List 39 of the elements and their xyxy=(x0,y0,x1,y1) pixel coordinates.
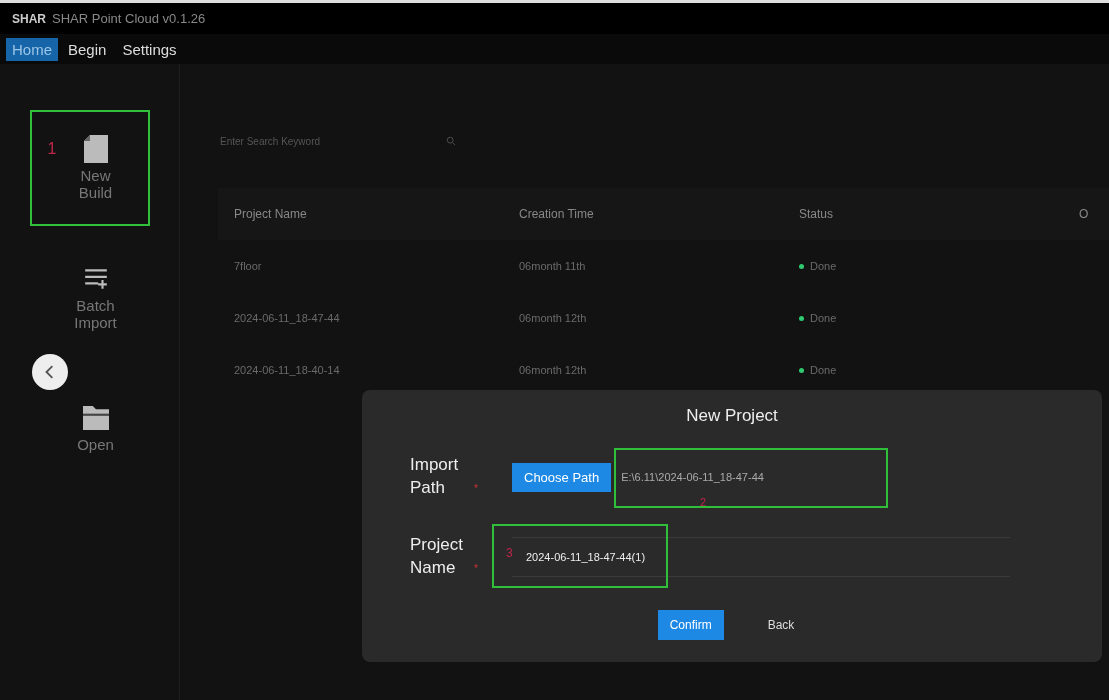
annotation-number: 1 xyxy=(47,140,57,158)
dialog-title: New Project xyxy=(685,406,779,426)
back-button[interactable]: Back xyxy=(755,610,807,640)
choose-path-button[interactable]: Choose Path xyxy=(512,462,612,492)
input-field[interactable]: 2024-06-11_18-47-44(1) xyxy=(512,537,1010,577)
menu-item[interactable]: Begin xyxy=(62,37,113,61)
menu-item[interactable]: Settings xyxy=(116,37,183,61)
table-cell-text: 06month 12th xyxy=(519,312,588,324)
required-mark: * xyxy=(474,563,478,574)
status-text: Done xyxy=(810,364,837,376)
column-header[interactable]: O xyxy=(1079,207,1109,221)
status-text: Done xyxy=(810,260,837,272)
search-icon xyxy=(446,136,456,146)
column-header[interactable]: Creation Time xyxy=(519,207,799,221)
sidebar-item[interactable]: New Build xyxy=(55,135,136,201)
column-header[interactable]: Project Name xyxy=(234,207,519,221)
folder-icon xyxy=(82,403,109,432)
app-logo: SHAR xyxy=(12,11,46,26)
confirm-button[interactable]: Confirm xyxy=(657,610,724,640)
table-cell-text: 06month 12th xyxy=(519,364,588,376)
column-header[interactable]: Status xyxy=(799,207,1079,221)
window-title: SHAR Point Cloud v0.1.26 xyxy=(52,11,206,26)
document-icon xyxy=(82,135,109,163)
sidebar-item[interactable]: Batch Import xyxy=(55,265,136,331)
annotation-number: 3 xyxy=(506,546,513,560)
path-field[interactable]: E:\6.11\2024-06-11_18-47-44 xyxy=(611,463,1054,491)
table-cell-text: 7floor xyxy=(234,260,263,272)
field-label: Import Path xyxy=(410,454,460,499)
collapse-button[interactable] xyxy=(32,354,68,390)
annotation-number: 2 xyxy=(700,496,707,508)
sidebar-item[interactable]: Open xyxy=(55,403,136,453)
menu-item[interactable]: Home xyxy=(6,37,58,61)
status-text: Done xyxy=(810,312,837,324)
table-cell-text: 06month 11th xyxy=(519,260,587,272)
search-input[interactable]: Enter Search Keyword xyxy=(218,134,442,148)
required-mark: * xyxy=(474,483,478,494)
field-label: Project Name xyxy=(410,534,464,579)
table-cell-text: 2024-06-11_18-47-44 xyxy=(234,312,341,324)
table-cell-text: 2024-06-11_18-40-14 xyxy=(234,364,341,376)
